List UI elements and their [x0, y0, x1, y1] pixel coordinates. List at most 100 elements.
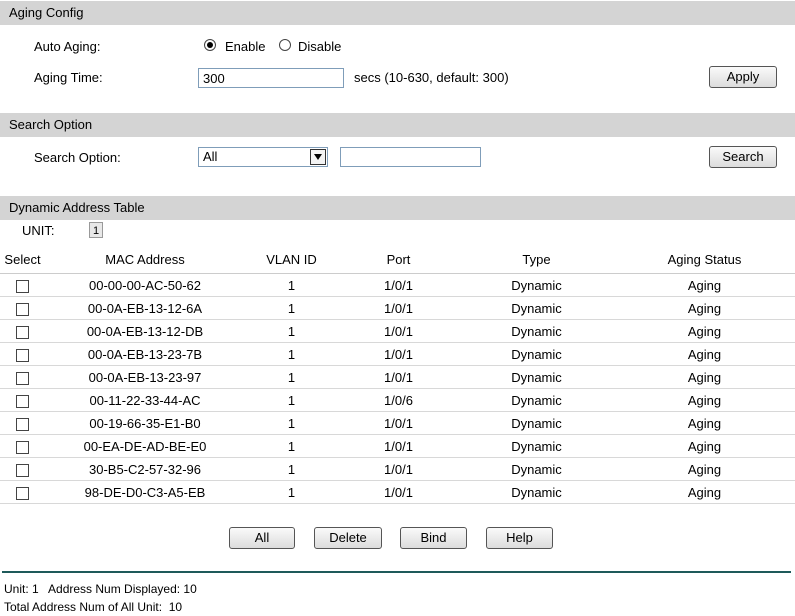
type-cell: Dynamic [459, 296, 614, 320]
vlan-id-cell: 1 [245, 480, 338, 504]
vlan-id-cell: 1 [245, 411, 338, 435]
auto-aging-label: Auto Aging: [34, 39, 101, 54]
vlan-id-cell: 1 [245, 296, 338, 320]
aging-status-cell: Aging [614, 388, 795, 412]
type-cell: Dynamic [459, 411, 614, 435]
total-address-count: Total Address Num of All Unit: 10 [4, 600, 183, 614]
aging-time-hint: secs (10-630, default: 300) [354, 70, 509, 85]
chevron-down-icon[interactable] [310, 149, 326, 165]
search-option-select[interactable]: All [198, 147, 328, 167]
aging-status-cell: Aging [614, 296, 795, 320]
vlan-id-cell: 1 [245, 434, 338, 458]
type-cell: Dynamic [459, 365, 614, 389]
aging-status-cell: Aging [614, 365, 795, 389]
search-option-label: Search Option: [34, 150, 121, 165]
port-cell: 1/0/1 [338, 365, 459, 389]
dynamic-address-table: Select MAC Address VLAN ID Port Type Agi… [0, 246, 795, 504]
type-cell: Dynamic [459, 388, 614, 412]
unit-selector[interactable]: 1 [89, 222, 103, 238]
column-header-type: Type [459, 246, 614, 274]
search-input[interactable] [340, 147, 481, 167]
type-cell: Dynamic [459, 342, 614, 366]
row-select-checkbox[interactable] [16, 302, 29, 316]
column-header-select: Select [0, 246, 45, 274]
mac-address-cell: 98-DE-D0-C3-A5-EB [45, 480, 245, 504]
port-cell: 1/0/1 [338, 319, 459, 343]
mac-address-cell: 00-EA-DE-AD-BE-E0 [45, 434, 245, 458]
aging-status-cell: Aging [614, 319, 795, 343]
column-header-vlan: VLAN ID [245, 246, 338, 274]
type-cell: Dynamic [459, 480, 614, 504]
port-cell: 1/0/1 [338, 273, 459, 297]
table-row: 00-0A-EB-13-23-7B 1 1/0/1 Dynamic Aging [0, 342, 795, 366]
mac-address-cell: 00-19-66-35-E1-B0 [45, 411, 245, 435]
help-button[interactable]: Help [486, 527, 553, 549]
port-cell: 1/0/1 [338, 457, 459, 481]
port-cell: 1/0/1 [338, 480, 459, 504]
unit-address-count: Unit: 1 Address Num Displayed: 10 [4, 582, 197, 596]
enable-label[interactable]: Enable [225, 39, 265, 54]
row-select-checkbox[interactable] [16, 463, 29, 477]
search-option-header: Search Option [0, 113, 795, 137]
row-select-checkbox[interactable] [16, 417, 29, 431]
enable-radio[interactable] [204, 39, 216, 51]
table-row: 00-00-00-AC-50-62 1 1/0/1 Dynamic Aging [0, 273, 795, 297]
aging-status-cell: Aging [614, 273, 795, 297]
table-row: 98-DE-D0-C3-A5-EB 1 1/0/1 Dynamic Aging [0, 480, 795, 504]
bind-button[interactable]: Bind [400, 527, 467, 549]
column-header-port: Port [338, 246, 459, 274]
aging-status-cell: Aging [614, 457, 795, 481]
table-header-row: Select MAC Address VLAN ID Port Type Agi… [0, 246, 795, 274]
row-select-checkbox[interactable] [16, 279, 29, 293]
mac-address-cell: 00-00-00-AC-50-62 [45, 273, 245, 297]
vlan-id-cell: 1 [245, 342, 338, 366]
mac-address-cell: 00-0A-EB-13-12-6A [45, 296, 245, 320]
aging-status-cell: Aging [614, 434, 795, 458]
footer-divider [2, 571, 791, 573]
vlan-id-cell: 1 [245, 365, 338, 389]
table-row: 00-0A-EB-13-12-6A 1 1/0/1 Dynamic Aging [0, 296, 795, 320]
unit-label: UNIT: [22, 223, 55, 238]
search-button[interactable]: Search [709, 146, 777, 168]
mac-address-cell: 00-0A-EB-13-12-DB [45, 319, 245, 343]
row-select-checkbox[interactable] [16, 440, 29, 454]
table-row: 00-0A-EB-13-23-97 1 1/0/1 Dynamic Aging [0, 365, 795, 389]
aging-config-header: Aging Config [0, 1, 795, 25]
row-select-checkbox[interactable] [16, 486, 29, 500]
column-header-aging-status: Aging Status [614, 246, 795, 274]
row-select-checkbox[interactable] [16, 371, 29, 385]
port-cell: 1/0/1 [338, 342, 459, 366]
aging-status-cell: Aging [614, 480, 795, 504]
row-select-checkbox[interactable] [16, 325, 29, 339]
select-all-button[interactable]: All [229, 527, 295, 549]
apply-button[interactable]: Apply [709, 66, 777, 88]
mac-address-cell: 00-0A-EB-13-23-7B [45, 342, 245, 366]
disable-radio[interactable] [279, 39, 291, 51]
table-row: 00-0A-EB-13-12-DB 1 1/0/1 Dynamic Aging [0, 319, 795, 343]
table-row: 30-B5-C2-57-32-96 1 1/0/1 Dynamic Aging [0, 457, 795, 481]
row-select-checkbox[interactable] [16, 394, 29, 408]
vlan-id-cell: 1 [245, 319, 338, 343]
aging-time-label: Aging Time: [34, 70, 103, 85]
search-option-value: All [203, 149, 218, 164]
type-cell: Dynamic [459, 319, 614, 343]
aging-status-cell: Aging [614, 342, 795, 366]
table-row: 00-19-66-35-E1-B0 1 1/0/1 Dynamic Aging [0, 411, 795, 435]
vlan-id-cell: 1 [245, 457, 338, 481]
table-row: 00-11-22-33-44-AC 1 1/0/6 Dynamic Aging [0, 388, 795, 412]
mac-address-cell: 00-11-22-33-44-AC [45, 388, 245, 412]
aging-time-input[interactable] [198, 68, 344, 88]
type-cell: Dynamic [459, 457, 614, 481]
type-cell: Dynamic [459, 434, 614, 458]
delete-button[interactable]: Delete [314, 527, 382, 549]
mac-address-cell: 00-0A-EB-13-23-97 [45, 365, 245, 389]
aging-status-cell: Aging [614, 411, 795, 435]
row-select-checkbox[interactable] [16, 348, 29, 362]
vlan-id-cell: 1 [245, 273, 338, 297]
port-cell: 1/0/1 [338, 296, 459, 320]
port-cell: 1/0/1 [338, 434, 459, 458]
disable-label[interactable]: Disable [298, 39, 341, 54]
vlan-id-cell: 1 [245, 388, 338, 412]
dynamic-address-table-header: Dynamic Address Table [0, 196, 795, 220]
table-row: 00-EA-DE-AD-BE-E0 1 1/0/1 Dynamic Aging [0, 434, 795, 458]
